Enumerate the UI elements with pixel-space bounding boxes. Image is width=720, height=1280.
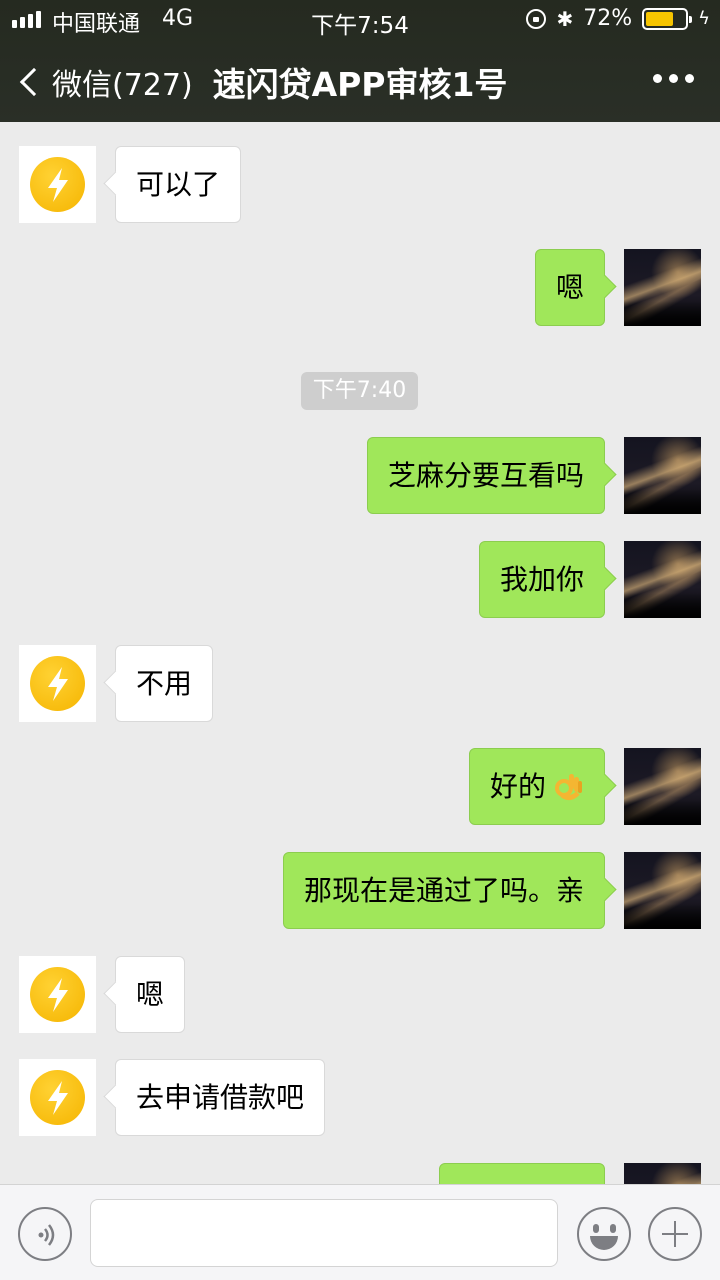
battery-icon bbox=[642, 7, 693, 30]
message-text: 好的 bbox=[489, 770, 546, 803]
chat-area[interactable]: 可以了 嗯 下午7:40 芝麻分要互看吗 我加你 不用 好的 那现在是通过了吗。… bbox=[0, 122, 720, 1184]
lightning-bolt-icon bbox=[30, 656, 85, 711]
rotation-lock-icon bbox=[526, 8, 547, 29]
ok-hand-emoji-icon bbox=[555, 774, 582, 801]
message-bubble-outgoing[interactable]: 那现在是通过了吗。亲 bbox=[282, 852, 605, 929]
battery-percent: 72% bbox=[583, 6, 633, 31]
input-bar bbox=[0, 1184, 720, 1280]
status-bar: 中国联通 4G 下午7:54 ✱ 72% ϟ bbox=[0, 0, 720, 40]
contact-avatar[interactable] bbox=[19, 956, 96, 1033]
bluetooth-icon: ✱ bbox=[556, 6, 574, 31]
message-bubble-incoming[interactable]: 可以了 bbox=[115, 146, 242, 223]
emoji-button[interactable] bbox=[577, 1207, 631, 1261]
message-bubble-outgoing[interactable]: 嗯 bbox=[534, 249, 605, 326]
voice-button[interactable] bbox=[18, 1207, 72, 1261]
top-bar: 中国联通 4G 下午7:54 ✱ 72% ϟ 微信(727) 速闪贷APP审核1… bbox=[0, 0, 720, 122]
message-bubble-outgoing[interactable]: 我加你 bbox=[478, 541, 605, 618]
message-bubble-outgoing[interactable] bbox=[439, 1163, 605, 1184]
my-avatar[interactable] bbox=[624, 1163, 701, 1184]
contact-avatar[interactable] bbox=[19, 1059, 96, 1136]
message-bubble-incoming[interactable]: 嗯 bbox=[115, 956, 186, 1033]
plus-button[interactable] bbox=[648, 1207, 702, 1261]
chat-title: 速闪贷APP审核1号 bbox=[212, 65, 508, 104]
contact-avatar[interactable] bbox=[19, 146, 96, 223]
my-avatar[interactable] bbox=[624, 437, 701, 514]
more-dots-icon bbox=[653, 74, 662, 83]
message-bubble-outgoing[interactable]: 好的 bbox=[468, 748, 605, 825]
my-avatar[interactable] bbox=[624, 748, 701, 825]
nav-bar: 微信(727) 速闪贷APP审核1号 bbox=[0, 40, 720, 122]
lightning-bolt-icon bbox=[30, 967, 85, 1022]
lightning-bolt-icon bbox=[30, 1070, 85, 1125]
lightning-bolt-icon bbox=[30, 157, 85, 212]
message-input[interactable] bbox=[90, 1199, 558, 1267]
my-avatar[interactable] bbox=[624, 852, 701, 929]
message-bubble-outgoing[interactable]: 芝麻分要互看吗 bbox=[366, 437, 605, 514]
message-bubble-incoming[interactable]: 去申请借款吧 bbox=[115, 1059, 326, 1136]
message-bubble-incoming[interactable]: 不用 bbox=[115, 645, 214, 722]
charging-icon: ϟ bbox=[698, 8, 710, 29]
contact-avatar[interactable] bbox=[19, 645, 96, 722]
voice-icon bbox=[38, 1224, 55, 1246]
my-avatar[interactable] bbox=[624, 249, 701, 326]
message-timestamp: 下午7:40 bbox=[301, 372, 418, 410]
more-button[interactable] bbox=[653, 74, 694, 83]
my-avatar[interactable] bbox=[624, 541, 701, 618]
